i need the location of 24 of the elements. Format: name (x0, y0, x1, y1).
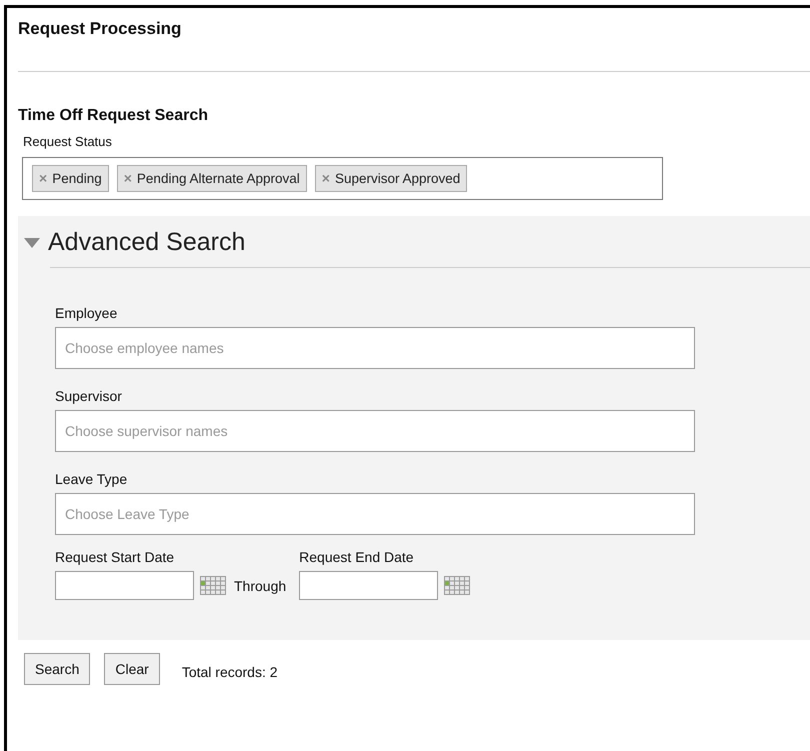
expand-triangle-icon[interactable] (24, 238, 40, 248)
input-field[interactable]: Choose employee names (55, 327, 695, 369)
tag-label: Pending (52, 170, 102, 186)
field-label: Request Status (22, 134, 113, 149)
section-title: Time Off Request Search (18, 107, 209, 125)
calendar-icon[interactable] (200, 576, 226, 595)
field-label: Request Start Date (54, 549, 176, 565)
search-button[interactable]: Search (24, 653, 90, 685)
tag-label: Pending Alternate Approval (136, 170, 300, 186)
date-field[interactable] (55, 571, 194, 600)
advanced-search-heading[interactable]: Advanced Search (48, 228, 246, 257)
tag-label: Supervisor Approved (334, 170, 460, 186)
field-label: Supervisor (54, 388, 123, 404)
field-label: Employee (54, 305, 118, 321)
calendar-icon[interactable] (444, 576, 470, 595)
total-records: Total records: 2 (182, 664, 278, 680)
input-field[interactable]: Choose supervisor names (55, 410, 695, 452)
field-label: Leave Type (54, 471, 128, 487)
input-field[interactable]: Choose Leave Type (55, 493, 695, 535)
page-title: Request Processing (18, 18, 182, 40)
clear-button[interactable]: Clear (104, 653, 160, 685)
date-field[interactable] (299, 571, 438, 600)
through-label: Through (234, 578, 286, 594)
field-label: Request End Date (298, 549, 415, 565)
